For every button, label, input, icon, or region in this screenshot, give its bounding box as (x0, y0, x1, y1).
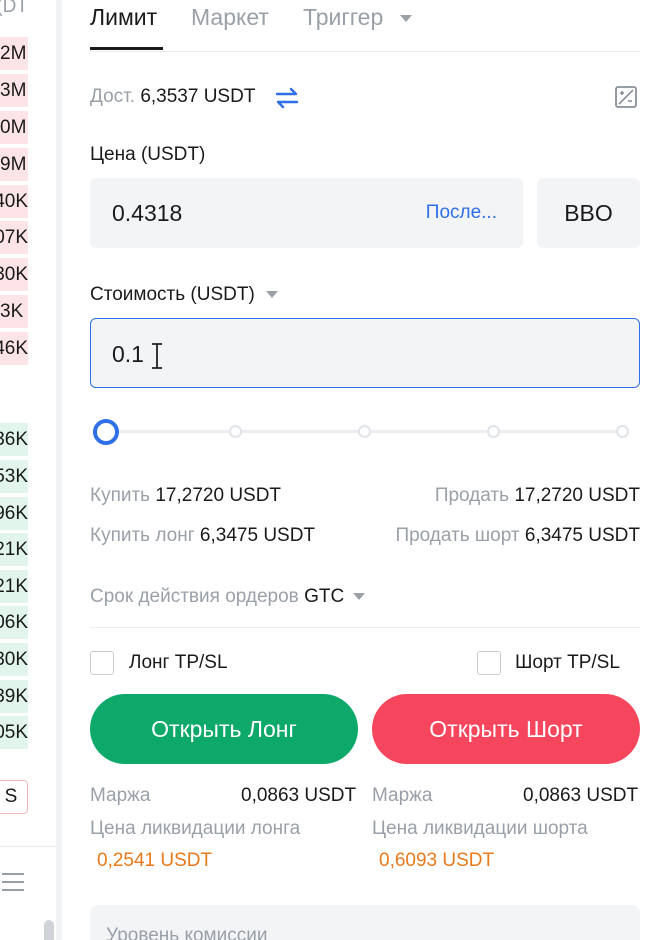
bid-row[interactable]: 36K (0, 423, 28, 456)
bid-row[interactable]: 05K (0, 716, 28, 749)
cost-input[interactable]: 0.1 (90, 318, 640, 388)
transfer-icon[interactable] (274, 85, 300, 111)
short-margin-value: 0,0863 USDT (523, 785, 639, 806)
tab-trigger[interactable]: Триггер (303, 4, 412, 31)
slider-stop-25[interactable] (229, 425, 242, 438)
buy-long-label: Купить лонг (90, 525, 195, 546)
order-validity-value: GTC (304, 586, 345, 607)
short-liq-value: 0,6093 USDT (379, 850, 495, 871)
text-cursor-icon (152, 343, 162, 369)
cost-label-text: Стоимость (USDT) (90, 284, 255, 305)
open-long-button[interactable]: Открыть Лонг (90, 694, 358, 764)
buy-long-amount: Купить лонг 6,3475 USDT (90, 525, 315, 547)
sell-amount: Продать 17,2720 USDT (435, 485, 640, 507)
order-book-header: DT) (0, 0, 28, 17)
short-margin-label: Маржа (372, 785, 433, 806)
long-margin-label: Маржа (90, 785, 151, 806)
ask-row[interactable]: 07K (0, 221, 28, 254)
order-book: DT) 2M 3M 0M 9M 40K 07K 30K 3K 46K 36K 5… (0, 0, 56, 940)
bid-row[interactable]: 21K (0, 533, 28, 566)
ask-row[interactable]: 2M (0, 37, 28, 70)
bid-row[interactable]: 30K (0, 643, 28, 676)
order-book-divider (0, 846, 56, 847)
calculator-icon[interactable] (614, 85, 638, 109)
tab-limit[interactable]: Лимит (90, 4, 157, 31)
order-validity-label: Срок действия ордеров (90, 586, 299, 607)
cost-label[interactable]: Стоимость (USDT) (90, 284, 279, 306)
long-margin-value: 0,0863 USDT (241, 785, 357, 806)
order-validity[interactable]: Срок действия ордеров GTC (90, 586, 366, 608)
short-tpsl-checkbox[interactable] (477, 651, 501, 675)
order-type-tabs: Лимит Маркет Триггер (90, 0, 640, 52)
bid-row[interactable]: 53K (0, 460, 28, 493)
ask-row[interactable]: 30K (0, 258, 28, 291)
price-label: Цена (USDT) (90, 144, 206, 165)
slider-stop-50[interactable] (358, 425, 371, 438)
slider-stop-75[interactable] (487, 425, 500, 438)
caret-down-icon (266, 291, 279, 299)
slider-handle[interactable] (93, 419, 119, 445)
caret-down-icon (399, 15, 412, 23)
cost-input-value: 0.1 (112, 341, 144, 367)
bid-row[interactable]: 21K (0, 570, 28, 603)
menu-icon[interactable] (2, 873, 24, 893)
sell-short-amount: Продать шорт 6,3475 USDT (395, 525, 640, 547)
buy-label: Купить (90, 485, 151, 506)
ask-row[interactable]: 0M (0, 111, 28, 144)
section-divider (90, 627, 640, 628)
order-book-side-button[interactable]: S (0, 780, 28, 814)
short-liq-label: Цена ликвидации шорта (372, 818, 588, 839)
bid-row[interactable]: 06K (0, 606, 28, 639)
price-input-value: 0.4318 (112, 200, 183, 226)
bbo-button[interactable]: BBO (537, 178, 640, 248)
available-label: Дост. (90, 86, 136, 107)
scrollbar[interactable] (44, 920, 54, 940)
buy-value: 17,2720 USDT (155, 485, 282, 506)
sell-short-label: Продать шорт (395, 525, 520, 546)
buy-amount: Купить 17,2720 USDT (90, 485, 281, 507)
short-tpsl-label: Шорт TP/SL (515, 652, 620, 673)
active-tab-underline (90, 47, 163, 50)
sell-short-value: 6,3475 USDT (524, 525, 640, 546)
ask-row[interactable]: 9M (0, 148, 28, 181)
long-liq-value: 0,2541 USDT (97, 850, 213, 871)
open-short-button[interactable]: Открыть Шорт (372, 694, 640, 764)
ask-row[interactable]: 3M (0, 74, 28, 107)
sell-value: 17,2720 USDT (514, 485, 640, 506)
available-value: 6,3537 USDT (140, 86, 256, 107)
ask-row[interactable]: 3K (0, 295, 28, 328)
fee-level-label: Уровень комиссии (106, 925, 268, 940)
sell-label: Продать (434, 485, 510, 506)
long-liq-label: Цена ликвидации лонга (90, 818, 301, 839)
ask-row[interactable]: 46K (0, 332, 28, 365)
bid-row[interactable]: 39K (0, 680, 28, 713)
tab-market[interactable]: Маркет (191, 4, 269, 31)
long-tpsl-checkbox[interactable] (90, 651, 114, 675)
long-tpsl-label: Лонг TP/SL (129, 652, 228, 673)
buy-long-value: 6,3475 USDT (199, 525, 316, 546)
last-price-link[interactable]: После... (426, 178, 497, 248)
caret-down-icon (353, 593, 366, 601)
fee-level-card[interactable]: Уровень комиссии (90, 905, 640, 940)
available-balance: Дост. 6,3537 USDT (90, 86, 255, 108)
panel-separator (56, 0, 62, 940)
price-input[interactable]: 0.4318 После... (90, 178, 523, 248)
ask-row[interactable]: 40K (0, 185, 28, 218)
slider-stop-100[interactable] (616, 425, 629, 438)
amount-slider[interactable] (90, 416, 640, 448)
bid-row[interactable]: 96K (0, 497, 28, 530)
tab-trigger-label: Триггер (303, 4, 384, 30)
